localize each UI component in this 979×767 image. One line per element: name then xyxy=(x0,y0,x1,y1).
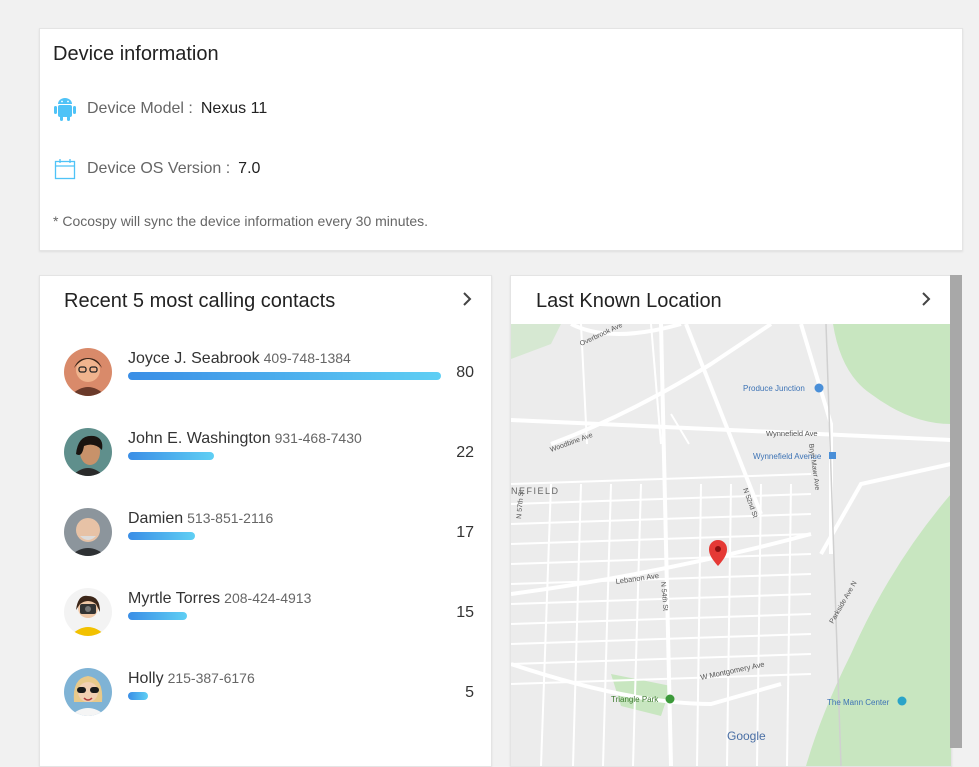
contact-phone: 409-748-1384 xyxy=(263,350,351,366)
avatar xyxy=(64,508,112,556)
call-count-bar xyxy=(128,532,195,540)
contact-phone: 215-387-6176 xyxy=(167,670,255,686)
contact-phone: 931-468-7430 xyxy=(274,430,362,446)
call-count-bar xyxy=(128,692,148,700)
device-os-value: 7.0 xyxy=(238,160,261,177)
contact-name: Myrtle Torres xyxy=(128,590,221,607)
call-count: 22 xyxy=(456,444,474,461)
contact-row[interactable]: Damien 513-851-2116 17 xyxy=(64,508,474,558)
call-count: 80 xyxy=(456,364,474,381)
location-map[interactable]: Produce Junction Wynnefield Avenue Trian… xyxy=(511,324,951,766)
contact-row[interactable]: Holly 215-387-6176 5 xyxy=(64,668,474,718)
recent-contacts-card: Recent 5 most calling contacts Joyce J. … xyxy=(39,275,492,767)
calendar-icon xyxy=(53,157,77,181)
scrollbar[interactable] xyxy=(950,275,962,748)
call-count-bar xyxy=(128,372,441,380)
contact-name: Damien xyxy=(128,510,184,527)
device-information-card: Device information Device Model : Nexus … xyxy=(39,28,963,251)
avatar xyxy=(64,668,112,716)
google-logo: Google xyxy=(727,729,766,743)
contact-name: Joyce J. Seabrook xyxy=(128,350,260,367)
device-model-value: Nexus 11 xyxy=(200,100,268,117)
svg-text:Triangle Park: Triangle Park xyxy=(611,695,659,704)
chevron-right-icon[interactable] xyxy=(456,288,478,310)
recent-contacts-title: Recent 5 most calling contacts xyxy=(64,290,336,312)
contact-name: Holly xyxy=(128,670,164,687)
device-model-label: Device Model : xyxy=(87,100,193,117)
device-info-title: Device information xyxy=(53,43,219,65)
call-count: 15 xyxy=(456,604,474,621)
device-model-row: Device Model : Nexus 11 xyxy=(53,97,267,121)
svg-text:Wynnefield Ave: Wynnefield Ave xyxy=(766,429,818,438)
last-known-location-card: Last Known Location Produce Junction Wyn… xyxy=(510,275,952,767)
call-count: 5 xyxy=(465,684,474,701)
contact-row[interactable]: John E. Washington 931-468-7430 22 xyxy=(64,428,474,478)
contact-row[interactable]: Joyce J. Seabrook 409-748-1384 80 xyxy=(64,348,474,398)
call-count-bar xyxy=(128,452,214,460)
chevron-right-icon[interactable] xyxy=(915,288,937,310)
avatar xyxy=(64,348,112,396)
call-count: 17 xyxy=(456,524,474,541)
svg-text:The Mann Center: The Mann Center xyxy=(827,698,890,707)
call-count-bar xyxy=(128,612,187,620)
device-os-label: Device OS Version : xyxy=(87,160,231,177)
avatar xyxy=(64,588,112,636)
location-title: Last Known Location xyxy=(536,290,722,312)
contact-name: John E. Washington xyxy=(128,430,271,447)
android-icon xyxy=(53,97,77,121)
sync-note: * Cocospy will sync the device informati… xyxy=(53,213,429,229)
device-os-row: Device OS Version : 7.0 xyxy=(53,157,260,181)
contact-phone: 208-424-4913 xyxy=(224,590,312,606)
svg-text:Produce Junction: Produce Junction xyxy=(743,384,805,393)
avatar xyxy=(64,428,112,476)
contact-phone: 513-851-2116 xyxy=(187,510,274,526)
contact-row[interactable]: Myrtle Torres 208-424-4913 15 xyxy=(64,588,474,638)
